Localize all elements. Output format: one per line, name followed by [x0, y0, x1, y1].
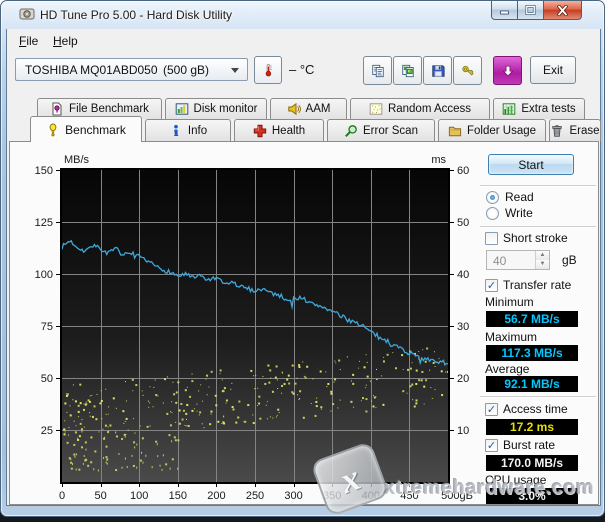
tab-error-scan[interactable]: Error Scan — [327, 119, 435, 141]
write-radio[interactable] — [486, 207, 499, 220]
cpu-usage-value: 3.0% — [486, 488, 578, 504]
save-icon — [431, 64, 445, 78]
minimum-label: Minimum — [485, 295, 534, 309]
average-label: Average — [485, 362, 530, 376]
window-title: HD Tune Pro 5.00 - Hard Disk Utility — [40, 8, 233, 22]
error-scan-icon — [344, 124, 358, 138]
read-label: Read — [505, 190, 534, 204]
erase-icon — [550, 124, 564, 138]
aam-icon — [287, 102, 301, 116]
tab-health[interactable]: Health — [234, 119, 324, 141]
titlebar[interactable]: HD Tune Pro 5.00 - Hard Disk Utility — [1, 1, 604, 29]
maximum-label: Maximum — [485, 330, 538, 344]
benchmark-icon — [46, 123, 60, 137]
close-button[interactable] — [543, 1, 582, 20]
temperature-value: – °C — [289, 62, 315, 77]
access-time-value: 17.2 ms — [486, 419, 578, 435]
drive-selector[interactable]: TOSHIBA MQ01ABD050 (500 gB) — [15, 58, 248, 81]
divider — [480, 396, 596, 398]
menu-file[interactable]: File — [15, 32, 42, 50]
menu-help[interactable]: Help — [49, 32, 82, 50]
temperature-button[interactable] — [254, 56, 282, 84]
tab-erase[interactable]: Erase — [549, 119, 601, 141]
options-icon — [461, 64, 475, 78]
download-icon — [501, 64, 515, 78]
drive-capacity: (500 gB) — [163, 63, 210, 77]
info-icon — [169, 124, 183, 138]
options-button[interactable] — [453, 56, 482, 85]
copy-image-button[interactable] — [393, 56, 422, 85]
close-icon — [557, 4, 568, 16]
tab-disk-monitor[interactable]: Disk monitor — [165, 98, 267, 119]
app-icon — [19, 6, 35, 22]
burst-rate-checkbox[interactable]: ✓ — [485, 439, 498, 452]
capacity-stepper[interactable]: 40 ▲ ▼ — [486, 250, 550, 270]
health-icon — [253, 124, 267, 138]
benchmark-page: Start Read Write Short stroke 40 ▲ ▼ gB ✓… — [9, 141, 599, 505]
copy-icon — [371, 64, 385, 78]
tab-random-access[interactable]: Random Access — [350, 98, 490, 119]
burst-rate-label: Burst rate — [503, 438, 556, 452]
tab-extra-tests[interactable]: Extra tests — [493, 98, 585, 119]
drive-name: TOSHIBA MQ01ABD050 — [25, 63, 158, 77]
exit-button[interactable]: Exit — [530, 56, 576, 84]
random-access-icon — [369, 102, 383, 116]
thermometer-icon — [261, 63, 275, 77]
file-benchmark-icon — [50, 102, 64, 116]
divider — [480, 185, 596, 187]
tab-benchmark[interactable]: Benchmark — [30, 116, 142, 142]
access-time-checkbox[interactable]: ✓ — [485, 403, 498, 416]
stepper-up-icon[interactable]: ▲ — [536, 251, 549, 260]
stepper-down-icon[interactable]: ▼ — [536, 260, 549, 269]
maximum-value: 117.3 MB/s — [486, 345, 578, 361]
transfer-rate-label: Transfer rate — [503, 278, 572, 292]
minimum-value: 56.7 MB/s — [486, 311, 578, 327]
folder-usage-icon — [448, 124, 462, 138]
download-button[interactable] — [493, 56, 522, 85]
cpu-usage-label: CPU usage — [485, 473, 547, 487]
write-label: Write — [505, 206, 533, 220]
copy-text-button[interactable] — [363, 56, 392, 85]
average-value: 92.1 MB/s — [486, 376, 578, 392]
tab-info[interactable]: Info — [145, 119, 231, 141]
save-button[interactable] — [423, 56, 452, 85]
tab-folder-usage[interactable]: Folder Usage — [438, 119, 546, 141]
start-button[interactable]: Start — [488, 154, 574, 175]
capacity-value: 40 — [493, 254, 507, 268]
extra-tests-icon — [502, 102, 516, 116]
divider — [480, 226, 596, 228]
chevron-down-icon — [231, 68, 239, 73]
transfer-rate-checkbox[interactable]: ✓ — [485, 279, 498, 292]
short-stroke-checkbox[interactable] — [485, 232, 498, 245]
copy-image-icon — [401, 64, 415, 78]
short-stroke-label: Short stroke — [503, 231, 568, 245]
disk-monitor-icon — [175, 102, 189, 116]
maximize-icon — [525, 5, 536, 15]
access-time-label: Access time — [503, 402, 568, 416]
screen: HD Tune Pro 5.00 - Hard Disk Utility Fil… — [0, 0, 605, 522]
read-radio[interactable] — [486, 191, 499, 204]
burst-rate-value: 170.0 MB/s — [486, 455, 578, 471]
minimize-icon — [500, 10, 509, 15]
tab-aam[interactable]: AAM — [270, 98, 347, 119]
maximize-button[interactable] — [517, 1, 544, 20]
capacity-unit-label: gB — [562, 253, 577, 267]
client-area: File Help TOSHIBA MQ01ABD050 (500 gB) – … — [6, 29, 601, 506]
app-window: HD Tune Pro 5.00 - Hard Disk Utility Fil… — [0, 0, 605, 517]
minimize-button[interactable] — [491, 1, 518, 20]
